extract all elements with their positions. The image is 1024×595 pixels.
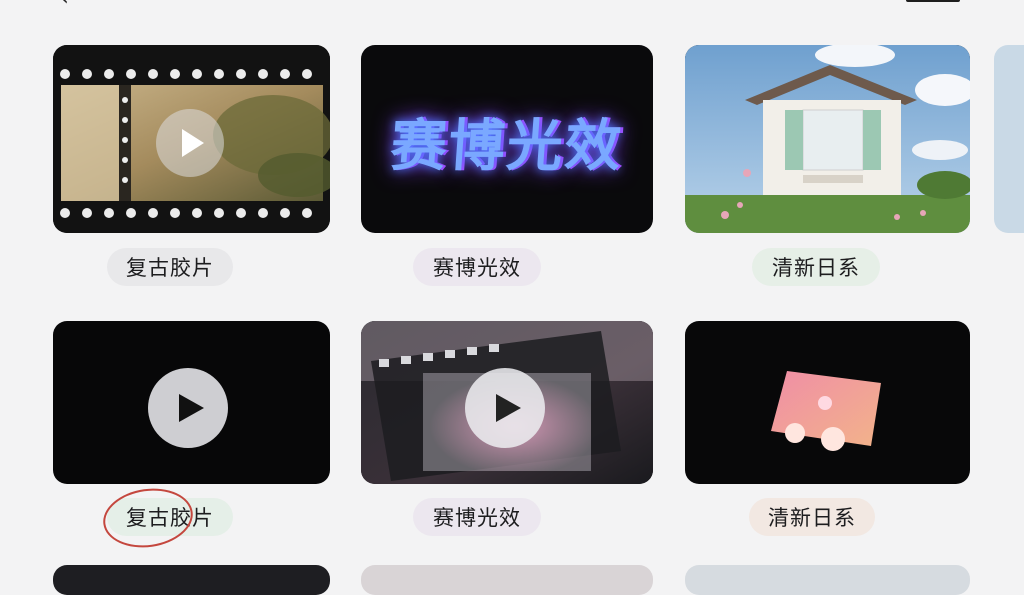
template-label-fresh-japanese-2[interactable]: 清新日系	[749, 498, 875, 536]
template-thumb-cyber-glow[interactable]: 赛博光效	[361, 45, 653, 233]
cyber-glow-text: 赛博光效	[388, 114, 625, 179]
play-button-icon[interactable]	[148, 368, 228, 448]
template-thumb-cyber-glow-2[interactable]	[361, 321, 653, 484]
cottage-photo-thumbnail	[685, 45, 970, 233]
template-thumb-fresh-japanese-2[interactable]	[685, 321, 970, 484]
template-thumb-row3-3[interactable]	[685, 565, 970, 595]
template-thumb-row3-2[interactable]	[361, 565, 653, 595]
play-button-icon[interactable]	[156, 109, 224, 177]
top-right-edge-mark	[906, 0, 960, 2]
template-label-cyber-glow-2[interactable]: 赛博光效	[413, 498, 541, 536]
template-thumb-retro-film[interactable]	[53, 45, 330, 233]
pink-card-thumbnail	[771, 371, 881, 451]
top-bar: ‹	[0, 0, 1024, 14]
play-button-icon[interactable]	[465, 368, 545, 448]
template-label-retro-film[interactable]: 复古胶片	[107, 248, 233, 286]
template-thumb-row3-1[interactable]	[53, 565, 330, 595]
template-label-fresh-japanese[interactable]: 清新日系	[752, 248, 880, 286]
template-thumb-retro-film-2[interactable]	[53, 321, 330, 484]
template-label-cyber-glow[interactable]: 赛博光效	[413, 248, 541, 286]
template-thumb-fresh-japanese[interactable]	[685, 45, 970, 233]
template-thumb-partial[interactable]	[994, 45, 1024, 233]
back-icon[interactable]: ‹	[60, 0, 69, 11]
annotation-circle	[99, 483, 197, 553]
